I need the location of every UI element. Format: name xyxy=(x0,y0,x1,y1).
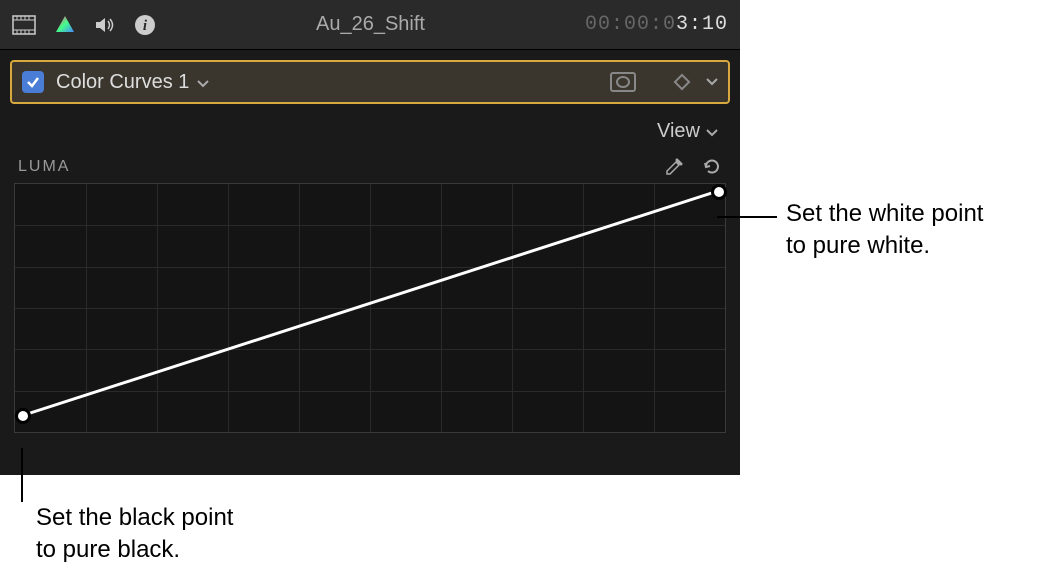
keyframe-diamond-icon[interactable] xyxy=(674,74,691,91)
speaker-icon[interactable] xyxy=(94,15,116,35)
black-point-handle[interactable] xyxy=(15,408,31,424)
callout-line-black xyxy=(21,448,23,502)
clip-name: Au_26_Shift xyxy=(156,13,585,36)
reset-icon[interactable] xyxy=(702,157,722,177)
timecode-inactive: 00:00:0 xyxy=(585,13,676,36)
luma-curve-grid[interactable] xyxy=(14,183,726,433)
chevron-down-icon xyxy=(197,71,209,94)
timecode-active: 3:10 xyxy=(676,13,728,36)
curves-section: LUMA xyxy=(0,151,740,433)
white-point-handle[interactable] xyxy=(711,184,727,200)
curves-header: LUMA xyxy=(14,151,726,183)
inspector-panel: i Au_26_Shift 00:00:03:10 Color Curves 1 xyxy=(0,0,740,475)
mask-icon[interactable] xyxy=(610,72,636,92)
view-dropdown[interactable]: View xyxy=(657,120,718,143)
curve-channel-label: LUMA xyxy=(18,158,70,176)
color-prism-icon[interactable] xyxy=(54,14,76,36)
callout-black-point: Set the black point to pure black. xyxy=(36,502,233,567)
topbar-tabs: i xyxy=(12,14,156,36)
chevron-down-icon[interactable] xyxy=(706,73,718,91)
effect-controls xyxy=(610,72,718,92)
curve-line[interactable] xyxy=(15,184,727,434)
info-icon[interactable]: i xyxy=(134,14,156,36)
view-label: View xyxy=(657,120,700,143)
timecode: 00:00:03:10 xyxy=(585,13,728,36)
effect-name-dropdown[interactable]: Color Curves 1 xyxy=(56,71,610,94)
eyedropper-icon[interactable] xyxy=(664,157,684,177)
curves-tools xyxy=(664,157,722,177)
topbar: i Au_26_Shift 00:00:03:10 xyxy=(0,0,740,50)
effect-header[interactable]: Color Curves 1 xyxy=(10,60,730,104)
video-filmstrip-icon[interactable] xyxy=(12,15,36,35)
chevron-down-icon xyxy=(706,120,718,143)
effect-name-label: Color Curves 1 xyxy=(56,71,189,94)
effect-enable-checkbox[interactable] xyxy=(22,71,44,93)
view-row: View xyxy=(0,104,740,151)
callout-white-point: Set the white point to pure white. xyxy=(786,198,983,263)
callout-line-white xyxy=(717,216,777,218)
